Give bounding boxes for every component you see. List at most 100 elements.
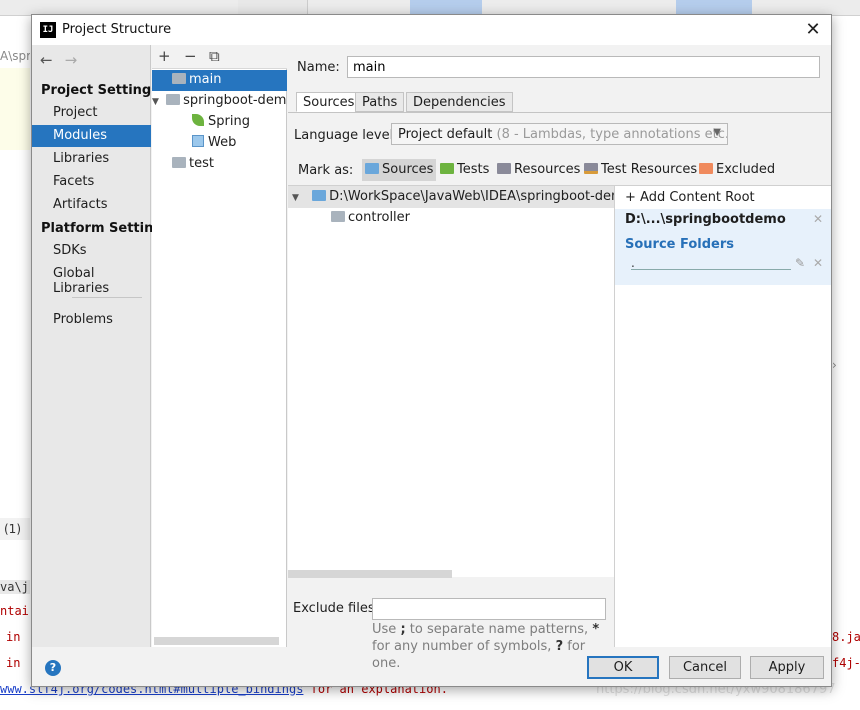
- intellij-app-icon: IJ: [40, 22, 56, 38]
- name-label: Name:: [297, 60, 340, 75]
- mark-sources-label: Sources: [382, 162, 434, 177]
- tree-item-spring[interactable]: Spring: [152, 112, 287, 133]
- chevron-down-icon[interactable]: ▼: [292, 193, 302, 203]
- module-name-input[interactable]: [347, 56, 820, 78]
- nav-item-artifacts[interactable]: Artifacts: [32, 194, 151, 216]
- mark-excluded-label: Excluded: [716, 162, 776, 177]
- horizontal-scrollbar[interactable]: [288, 570, 452, 578]
- nav-item-modules[interactable]: Modules: [32, 125, 151, 147]
- content-roots-panel: + Add Content Root D:\...\springbootdemo…: [614, 185, 831, 647]
- nav-item-facets[interactable]: Facets: [32, 171, 151, 193]
- console-line: in: [6, 656, 21, 670]
- language-level-select[interactable]: Project default (8 - Lambdas, type annot…: [391, 123, 728, 145]
- hint-text: to separate name patterns,: [409, 622, 589, 637]
- tab-paths[interactable]: Paths: [355, 92, 405, 112]
- content-folder-row[interactable]: controller: [288, 207, 614, 229]
- console-line: va\j: [0, 580, 30, 594]
- language-level-label: Language level:: [294, 128, 398, 143]
- tab-divider: [288, 112, 831, 113]
- cancel-button[interactable]: Cancel: [669, 656, 741, 679]
- tree-item-web[interactable]: Web: [152, 133, 287, 154]
- folder-icon: [312, 190, 327, 201]
- remove-icon[interactable]: −: [184, 47, 197, 65]
- back-arrow-icon[interactable]: ←: [40, 51, 53, 69]
- mark-tests-button[interactable]: Tests: [437, 159, 492, 181]
- hint-symbol: *: [592, 622, 600, 637]
- mark-sources-button[interactable]: Sources: [362, 159, 437, 181]
- hint-symbol: ?: [555, 639, 564, 654]
- tree-item-label: test: [189, 156, 214, 171]
- console-line: in: [6, 630, 21, 644]
- nav-item-project[interactable]: Project: [32, 102, 151, 124]
- chevron-down-icon[interactable]: ▼: [152, 97, 162, 107]
- project-structure-dialog: IJ Project Structure ✕ ← → Project Settin…: [31, 14, 832, 687]
- nav-item-sdks[interactable]: SDKs: [32, 240, 151, 262]
- horizontal-scrollbar[interactable]: [154, 637, 279, 645]
- language-level-value: Project default: [398, 127, 493, 142]
- tree-item-label: springboot-demo: [183, 93, 287, 108]
- tree-item-main[interactable]: main: [152, 70, 287, 91]
- resources-folder-icon: [497, 163, 511, 174]
- forward-arrow-icon[interactable]: →: [65, 51, 78, 69]
- chevron-down-icon: ▼: [713, 127, 721, 138]
- tree-item-label: Spring: [208, 114, 250, 129]
- ok-button[interactable]: OK: [587, 656, 659, 679]
- remove-root-icon[interactable]: ✕: [813, 212, 823, 226]
- pencil-icon[interactable]: ✎: [795, 256, 805, 270]
- add-content-root-label: Add Content Root: [640, 190, 755, 205]
- mark-tests-label: Tests: [457, 162, 490, 177]
- settings-nav: ← → Project Settings Project Modules Libr…: [32, 45, 170, 647]
- tab-sources[interactable]: Sources: [296, 92, 362, 112]
- module-tree: + − ⧉ main ▼ springboot-demo Spring Web …: [152, 45, 287, 647]
- nav-item-global-libraries[interactable]: Global Libraries: [32, 263, 151, 296]
- nav-item-problems[interactable]: Problems: [32, 309, 151, 331]
- dialog-title: Project Structure: [62, 22, 172, 37]
- module-settings: Name: Sources Paths Dependencies Languag…: [288, 45, 831, 671]
- ide-breadcrumb: A\spr: [0, 49, 30, 63]
- hint-text: for any number of symbols,: [372, 639, 552, 654]
- mark-resources-button[interactable]: Resources: [494, 159, 583, 181]
- project-settings-heading: Project Settings: [41, 83, 159, 98]
- folder-icon: [172, 73, 186, 84]
- console-line: f4j-: [832, 656, 860, 670]
- add-icon[interactable]: +: [158, 47, 171, 65]
- excluded-folder-icon: [699, 163, 713, 174]
- copy-icon[interactable]: ⧉: [209, 47, 220, 65]
- source-folder-item[interactable]: .: [631, 256, 791, 270]
- folder-icon: [331, 211, 345, 222]
- spring-leaf-icon: [192, 114, 204, 126]
- web-facet-icon: [192, 135, 204, 147]
- close-icon[interactable]: ✕: [801, 18, 825, 42]
- tab-dependencies[interactable]: Dependencies: [406, 92, 513, 112]
- content-root-label: D:\WorkSpace\JavaWeb\IDEA\springboot-dem…: [329, 189, 614, 204]
- content-root-row[interactable]: ▼ D:\WorkSpace\JavaWeb\IDEA\springboot-d…: [288, 186, 614, 208]
- nav-item-libraries[interactable]: Libraries: [32, 148, 151, 170]
- plus-icon: +: [625, 190, 641, 205]
- content-folder-label: controller: [348, 210, 411, 225]
- nav-arrows: ← →: [40, 51, 89, 69]
- nav-divider: [72, 297, 142, 298]
- dialog-titlebar: IJ Project Structure ✕: [32, 15, 831, 45]
- chevron-right-icon: ›: [832, 358, 837, 372]
- mark-test-resources-label: Test Resources: [601, 162, 698, 177]
- tree-item-test[interactable]: test: [152, 154, 287, 175]
- tree-item-module[interactable]: ▼ springboot-demo: [152, 91, 287, 112]
- hint-symbol: ;: [400, 622, 406, 637]
- sources-folder-icon: [365, 163, 379, 174]
- test-resources-folder-icon: [584, 163, 598, 174]
- help-icon[interactable]: ?: [45, 660, 61, 676]
- apply-button[interactable]: Apply: [750, 656, 824, 679]
- source-folders-heading: Source Folders: [625, 237, 735, 252]
- remove-folder-icon[interactable]: ✕: [813, 256, 823, 270]
- exclude-files-label: Exclude files:: [293, 601, 380, 616]
- ide-status-tab[interactable]: (1): [0, 518, 30, 540]
- mark-excluded-button[interactable]: Excluded: [696, 159, 778, 181]
- exclude-files-input[interactable]: [372, 598, 606, 620]
- add-content-root-button[interactable]: + Add Content Root: [625, 190, 755, 205]
- tree-toolbar: + − ⧉: [152, 45, 287, 69]
- exclude-files-hint: Use ; to separate name patterns, * for a…: [372, 621, 612, 672]
- folder-icon: [172, 157, 186, 168]
- content-root-path: D:\...\springbootdemo: [625, 212, 786, 227]
- mark-test-resources-button[interactable]: Test Resources: [581, 159, 700, 181]
